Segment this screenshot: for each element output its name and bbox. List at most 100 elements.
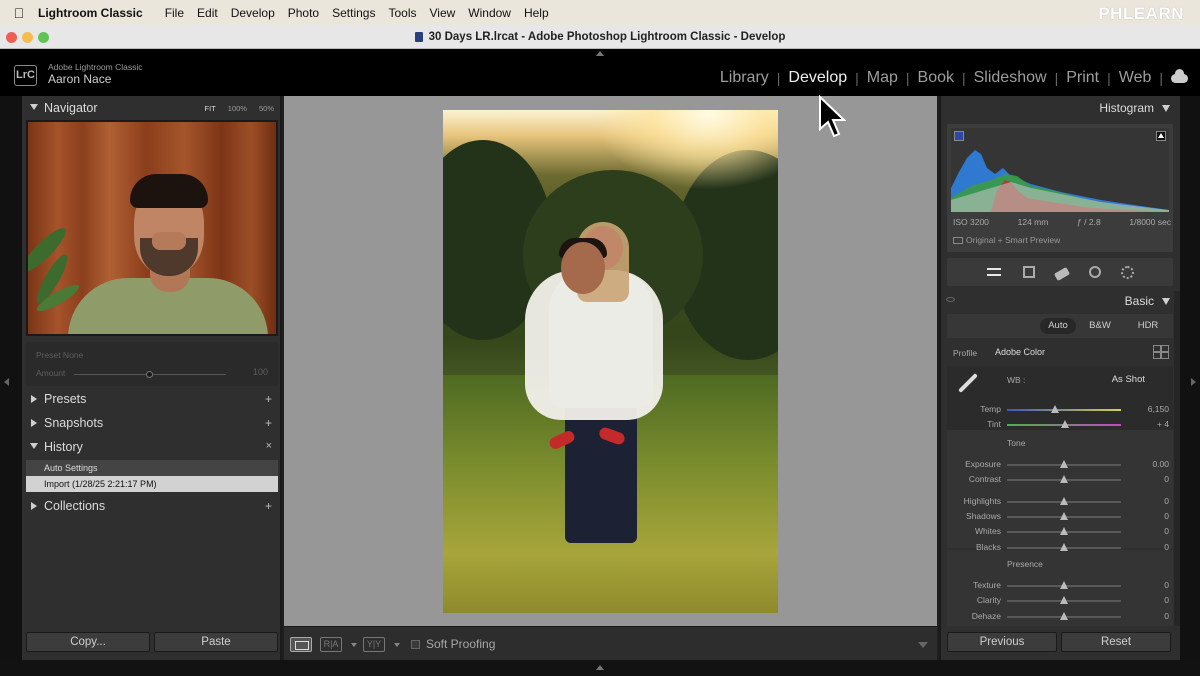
slider-knob[interactable] [1060,512,1068,520]
slider-whites[interactable]: Whites 0 [947,524,1173,539]
collapse-triangle-icon[interactable] [30,443,38,449]
slider-tint[interactable]: Tint + 4 [947,417,1173,432]
cloud-icon[interactable] [1171,68,1188,83]
slider-track[interactable] [1007,409,1121,411]
add-snapshot-icon[interactable]: + [265,416,272,430]
before-after-swap-button[interactable]: Y|Y [363,637,385,652]
slider-highlights[interactable]: Highlights 0 [947,494,1173,509]
amount-slider-knob[interactable] [146,371,153,378]
chevron-down-icon[interactable] [394,643,400,647]
copy-button[interactable]: Copy... [26,632,150,652]
basic-header[interactable]: Basic [939,289,1180,313]
slider-value[interactable]: 0 [1164,526,1169,536]
slider-value[interactable]: 0 [1164,611,1169,621]
history-item-selected[interactable]: Import (1/28/25 2:21:17 PM) [26,476,278,492]
histogram-header[interactable]: Histogram [939,96,1180,120]
slider-contrast[interactable]: Contrast 0 [947,472,1173,487]
slider-knob[interactable] [1060,612,1068,620]
module-slideshow[interactable]: Slideshow [966,69,1055,87]
navigator-preview[interactable] [26,120,278,336]
hdr-button[interactable]: HDR [1133,318,1163,334]
menu-tools[interactable]: Tools [388,6,416,20]
zoom-100-option[interactable]: 100% [228,104,247,113]
slider-value[interactable]: 0.00 [1152,459,1169,469]
slider-texture[interactable]: Texture 0 [947,578,1173,593]
bw-button[interactable]: B&W [1085,318,1115,334]
profile-dropdown[interactable]: Adobe Color [995,347,1045,357]
menu-window[interactable]: Window [468,6,511,20]
slider-knob[interactable] [1060,475,1068,483]
snapshots-header[interactable]: Snapshots + [22,411,280,435]
white-balance-eyedropper-icon[interactable] [957,372,979,394]
module-library[interactable]: Library [712,69,777,87]
wb-dropdown[interactable]: As Shot [1112,374,1145,385]
highlight-clipping-icon[interactable] [1156,131,1166,141]
apple-icon[interactable]:  [0,5,38,21]
close-window-button[interactable] [6,32,17,43]
module-develop[interactable]: Develop [780,69,855,87]
presets-header[interactable]: Presets + [22,387,280,411]
slider-value[interactable]: 6,150 [1148,404,1169,414]
collapse-triangle-icon[interactable] [1162,105,1170,112]
profile-browser-icon[interactable] [1153,345,1169,359]
paste-button[interactable]: Paste [154,632,278,652]
soft-proofing-label[interactable]: Soft Proofing [426,637,495,651]
menu-view[interactable]: View [429,6,455,20]
loupe-view-button[interactable] [290,637,312,652]
collapse-triangle-icon[interactable] [1162,298,1170,305]
left-panel-toggle-icon[interactable] [4,378,9,386]
photo-preview[interactable] [443,110,778,613]
slider-value[interactable]: 0 [1164,474,1169,484]
toolbar-options-icon[interactable] [918,642,928,648]
collections-header[interactable]: Collections + [22,494,280,518]
slider-knob[interactable] [1060,581,1068,589]
slider-knob[interactable] [1060,596,1068,604]
slider-knob[interactable] [1060,543,1068,551]
right-panel-toggle-icon[interactable] [1191,378,1196,386]
zoom-fit-option[interactable]: FIT [205,104,216,113]
slider-knob[interactable] [1060,497,1068,505]
menu-file[interactable]: File [165,6,184,20]
history-header[interactable]: History × [22,435,280,459]
slider-value[interactable]: 0 [1164,595,1169,605]
slider-value[interactable]: 0 [1164,580,1169,590]
module-map[interactable]: Map [859,69,906,87]
expand-triangle-icon[interactable] [31,419,37,427]
crop-icon[interactable] [1022,266,1035,278]
slider-knob[interactable] [1061,420,1070,428]
previous-button[interactable]: Previous [947,632,1057,652]
module-print[interactable]: Print [1058,69,1107,87]
slider-value[interactable]: 0 [1164,542,1169,552]
auto-button[interactable]: Auto [1040,318,1076,334]
menu-app-name[interactable]: Lightroom Classic [38,6,143,20]
slider-knob[interactable] [1060,527,1068,535]
menu-photo[interactable]: Photo [288,6,319,20]
top-panel-toggle-icon[interactable] [596,51,604,56]
collapse-triangle-icon[interactable] [30,104,38,110]
masking-icon[interactable] [1120,265,1134,279]
before-after-button[interactable]: R|A [320,637,342,652]
slider-shadows[interactable]: Shadows 0 [947,509,1173,524]
healing-eraser-icon[interactable] [1053,266,1070,281]
slider-knob[interactable] [1060,460,1068,468]
menu-settings[interactable]: Settings [332,6,375,20]
menu-help[interactable]: Help [524,6,549,20]
module-book[interactable]: Book [910,69,962,87]
slider-temp[interactable]: Temp 6,150 [947,402,1173,417]
expand-triangle-icon[interactable] [31,502,37,510]
slider-exposure[interactable]: Exposure 0.00 [947,457,1173,472]
history-item[interactable]: Auto Settings [26,460,278,476]
module-web[interactable]: Web [1111,69,1160,87]
histogram-plot[interactable] [951,128,1169,212]
slider-blacks[interactable]: Blacks 0 [947,540,1173,555]
minimize-window-button[interactable] [22,32,33,43]
chevron-down-icon[interactable] [351,643,357,647]
add-collection-icon[interactable]: + [265,499,272,513]
filmstrip-toggle-icon[interactable] [596,665,604,670]
navigator-header[interactable]: Navigator FIT 100% 50% [22,96,280,120]
edit-sliders-icon[interactable] [986,265,1003,279]
histogram[interactable]: ISO 3200 124 mm ƒ / 2.8 1/8000 sec Origi… [947,124,1173,252]
zoom-50-option[interactable]: 50% [259,104,274,113]
shadow-clipping-icon[interactable] [954,131,964,141]
zoom-window-button[interactable] [38,32,49,43]
